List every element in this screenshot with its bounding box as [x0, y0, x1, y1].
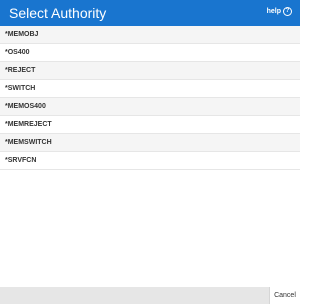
list-item[interactable]: *SWITCH — [0, 80, 300, 98]
list-item[interactable]: *MEMREJECT — [0, 116, 300, 134]
cancel-button[interactable]: Cancel — [269, 287, 300, 304]
list-item[interactable]: *MEMOBJ — [0, 26, 300, 44]
authority-list: *MEMOBJ *OS400 *REJECT *SWITCH *MEMOS400… — [0, 26, 300, 170]
dialog-title: Select Authority — [9, 5, 107, 21]
list-item[interactable]: *MEMOS400 — [0, 98, 300, 116]
help-link[interactable]: help ? — [267, 7, 292, 16]
help-label: help — [266, 8, 281, 15]
dialog-footer: Cancel — [0, 287, 300, 304]
list-item[interactable]: *SRVFCN — [0, 152, 300, 170]
dialog-header: Select Authority help ? — [0, 0, 300, 26]
list-item[interactable]: *MEMSWITCH — [0, 134, 300, 152]
help-icon: ? — [283, 7, 292, 16]
list-item[interactable]: *REJECT — [0, 62, 300, 80]
list-item[interactable]: *OS400 — [0, 44, 300, 62]
